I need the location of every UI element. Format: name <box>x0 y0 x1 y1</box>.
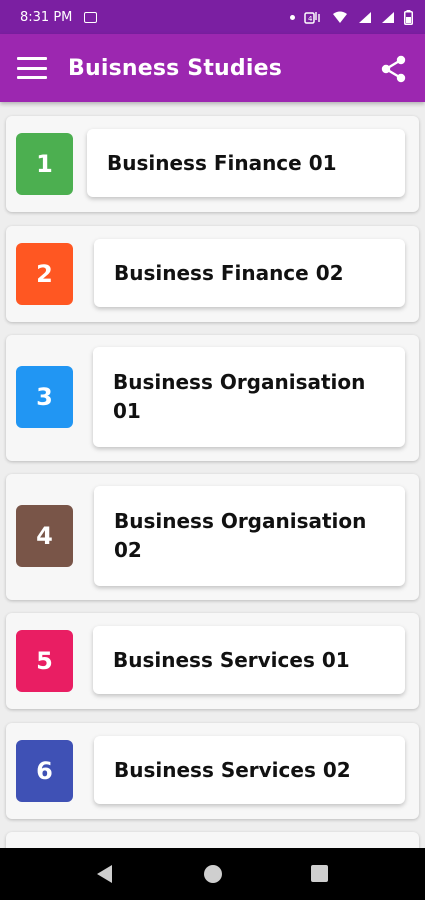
chapter-title-button[interactable]: Business Services 01 <box>93 626 405 694</box>
signal-icon <box>382 11 394 23</box>
chapter-row-6[interactable]: 6 Business Services 02 <box>6 723 419 819</box>
chapter-title-button[interactable]: Business Finance 02 <box>94 239 405 307</box>
chapter-title-button[interactable]: Business Organisation 01 <box>93 347 405 447</box>
battery-icon <box>404 9 413 25</box>
status-icons: 4 <box>290 9 413 25</box>
system-nav-bar <box>0 848 425 900</box>
recents-icon[interactable] <box>311 865 328 882</box>
chapter-list: 1 Business Finance 01 2 Business Finance… <box>0 102 425 848</box>
chapter-title-button[interactable]: Business Organisation 02 <box>94 486 405 586</box>
volte-icon: 4 <box>304 12 320 24</box>
svg-text:4: 4 <box>308 15 313 23</box>
chapter-number-badge: 1 <box>16 133 73 195</box>
share-icon[interactable] <box>380 55 408 83</box>
chapter-number-badge: 6 <box>16 740 73 802</box>
menu-icon[interactable] <box>17 57 47 79</box>
chapter-number-badge: 3 <box>16 366 73 428</box>
back-icon[interactable] <box>97 865 112 883</box>
chapter-row-3[interactable]: 3 Business Organisation 01 <box>6 335 419 461</box>
chapter-row-5[interactable]: 5 Business Services 01 <box>6 613 419 709</box>
chapter-row-1[interactable]: 1 Business Finance 01 <box>6 116 419 212</box>
app-bar: Buisness Studies <box>0 34 425 102</box>
signal-icon <box>359 11 371 23</box>
chapter-row-2[interactable]: 2 Business Finance 02 <box>6 226 419 322</box>
chapter-row-4[interactable]: 4 Business Organisation 02 <box>6 474 419 600</box>
chapter-number-badge: 4 <box>16 505 73 567</box>
page-title: Buisness Studies <box>68 55 283 81</box>
wifi-icon <box>333 11 347 23</box>
notification-dot-icon <box>290 14 295 20</box>
chapter-row-partial <box>6 832 419 848</box>
chapter-title-button[interactable]: Business Finance 01 <box>87 129 405 197</box>
chapter-title-button[interactable]: Business Services 02 <box>94 736 405 804</box>
home-icon[interactable] <box>204 865 222 883</box>
image-icon <box>84 11 98 23</box>
chapter-number-badge: 2 <box>16 243 73 305</box>
status-time: 8:31 PM <box>20 9 73 25</box>
status-bar: 8:31 PM 4 <box>0 0 425 34</box>
chapter-number-badge: 5 <box>16 630 73 692</box>
